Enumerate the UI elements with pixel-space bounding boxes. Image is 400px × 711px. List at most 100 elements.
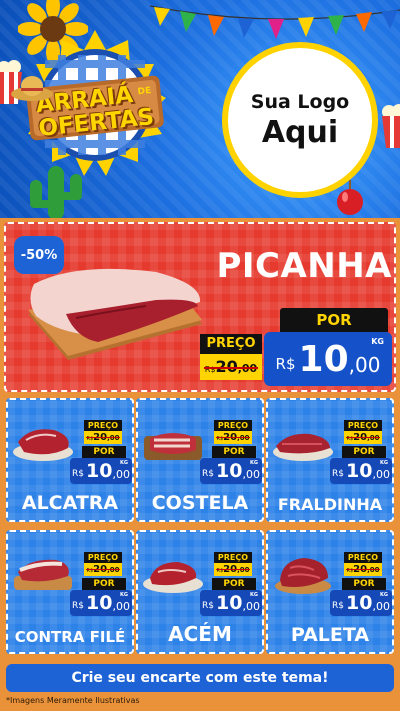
price-unit: KG [380,592,388,598]
old-price-cents: ,00 [107,434,120,442]
price-int: 10 [216,460,243,482]
new-price-value: R$ 10,00 KG [70,458,132,484]
product-card-alcatra[interactable]: PREÇO R$20,00 POR R$10,00KG ALCATRA [6,398,134,522]
costela-image [144,433,202,460]
price-currency: R$ [332,469,345,479]
preco-label: PREÇO [84,552,122,563]
old-price-cents: ,00 [367,566,380,574]
por-label: POR [82,578,126,590]
logo-line2: Aqui [261,114,339,150]
product-card-costela[interactable]: PREÇO R$20,00 POR R$10,00KG COSTELA [136,398,264,522]
price-cents: ,00 [348,353,381,377]
product-card-fraldinha[interactable]: PREÇO R$20,00 POR R$10,00KG FRALDINHA [266,398,394,522]
product-card-paleta[interactable]: PREÇO R$20,00 POR R$10,00KG PALETA [266,530,394,654]
price-cents: ,00 [372,467,390,481]
new-price: POR R$ 10,00 KG [200,578,262,616]
old-price: PREÇO R$20,00 [84,420,122,444]
price-unit: KG [120,460,128,466]
featured-old-price: PREÇO R$20,00 [200,334,262,380]
price-cents: ,00 [112,599,130,613]
new-price: POR R$ 10,00 KG [70,446,132,484]
product-card-contra-file[interactable]: PREÇO R$20,00 POR R$10,00KG CONTRA FILÉ [6,530,134,654]
fraldinha-image [273,433,333,461]
por-label: POR [342,578,386,590]
popcorn-icon [382,104,400,148]
product-card-acem[interactable]: PREÇO R$20,00 POR R$10,00KG ACÉM [136,530,264,654]
logo-placeholder[interactable]: Sua Logo Aqui [222,42,378,198]
old-price-cents: ,00 [367,434,380,442]
price-int: 10 [346,592,373,614]
price-int: 10 [216,592,243,614]
new-price: POR R$ 10,00 KG [200,446,262,484]
price-unit: KG [380,460,388,466]
new-price-value: R$ 10 ,00 KG [264,332,392,386]
product-name: FRALDINHA [277,495,383,514]
logo-line1: Sua Logo [250,90,350,113]
por-label: POR [212,578,256,590]
price-currency: R$ [275,355,296,373]
acem-image [143,562,203,593]
old-price: PREÇO R$20,00 [84,552,122,576]
new-price-value: R$ 10,00 KG [200,458,262,484]
por-label: POR [212,446,256,458]
product-name: ALCATRA [21,492,119,514]
strikethrough-line [216,569,250,570]
new-price: POR R$ 10,00 KG [330,578,392,616]
price-int: 10 [298,338,349,380]
alcatra-image [13,429,73,461]
seal-title-de: DE [137,86,152,98]
old-price-cents: ,00 [107,566,120,574]
por-label: POR [82,446,126,458]
price-cents: ,00 [242,599,260,613]
preco-label: PREÇO [344,420,382,431]
strikethrough-line [346,569,380,570]
price-currency: R$ [202,469,215,479]
new-price-value: R$ 10,00 KG [330,590,392,616]
price-currency: R$ [72,601,85,611]
price-unit: KG [120,592,128,598]
strikethrough-line [204,367,258,369]
price-int: 10 [86,592,113,614]
strikethrough-line [216,437,250,438]
price-unit: KG [371,337,384,346]
new-price-value: R$ 10,00 KG [70,590,132,616]
price-currency: R$ [332,601,345,611]
old-price-cents: ,00 [237,566,250,574]
product-name: PALETA [290,624,370,646]
new-price-value: R$ 10,00 KG [200,590,262,616]
old-price-value: R$20,00 [84,563,122,576]
product-name: COSTELA [151,492,249,514]
paleta-image [275,558,331,594]
old-price: PREÇO R$20,00 [344,552,382,576]
old-price-value: R$20,00 [214,563,252,576]
preco-label: PREÇO [84,420,122,431]
disclaimer-text: *Imagens Meramente Ilustrativas [6,696,140,705]
picanha-image [28,268,202,360]
new-price: POR R$ 10,00 KG [70,578,132,616]
preco-label: PREÇO [214,420,252,431]
bunting-flags-icon [150,5,400,39]
old-price: PREÇO R$20,00 [214,420,252,444]
candy-apple-icon [337,180,363,215]
product-name: ACÉM [168,622,232,646]
old-price-value: R$20,00 [214,431,252,444]
price-currency: R$ [72,469,85,479]
por-label: POR [280,308,388,332]
contra-file-image [14,559,72,590]
create-flyer-button[interactable]: Crie seu encarte com este tema! [6,664,394,692]
new-price: POR R$ 10,00 KG [330,446,392,484]
strikethrough-line [86,437,120,438]
straw-hat-icon [11,76,53,101]
price-int: 10 [346,460,373,482]
preco-label: PREÇO [214,552,252,563]
price-int: 10 [86,460,113,482]
preco-label: PREÇO [200,334,262,354]
price-cents: ,00 [112,467,130,481]
preco-label: PREÇO [344,552,382,563]
old-price: PREÇO R$20,00 [344,420,382,444]
price-cents: ,00 [372,599,390,613]
old-price: PREÇO R$20,00 [214,552,252,576]
new-price-value: R$ 10,00 KG [330,458,392,484]
price-currency: R$ [202,601,215,611]
old-price-value: R$20,00 [84,431,122,444]
